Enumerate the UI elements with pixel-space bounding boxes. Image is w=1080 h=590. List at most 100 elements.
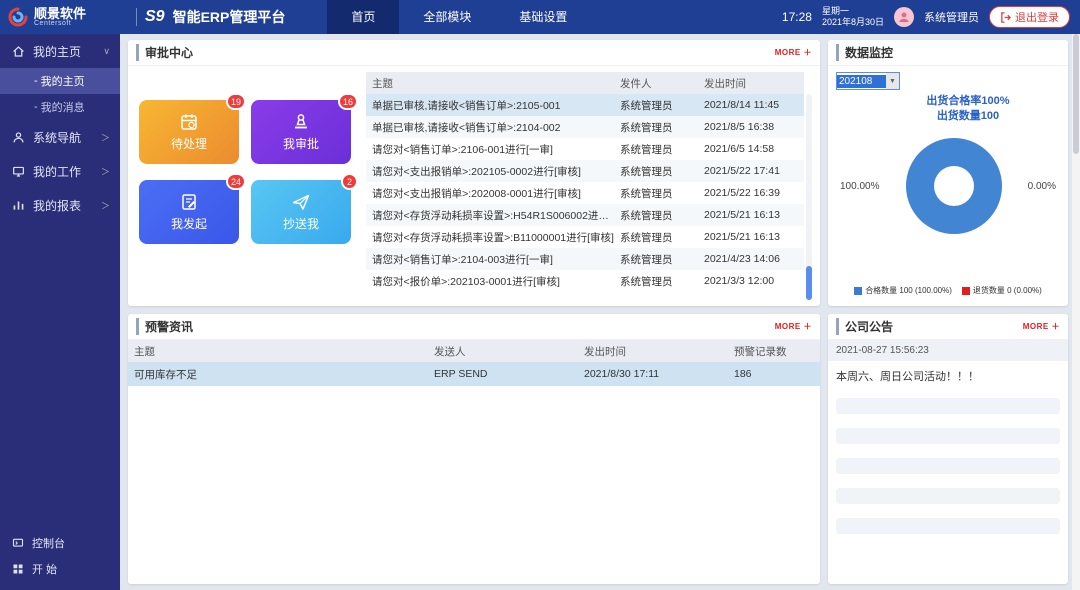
cell-time: 2021/5/21 16:13	[704, 209, 798, 221]
col-time: 发出时间	[704, 76, 798, 91]
sidebar-subitem-my-home[interactable]: 我的主页	[0, 68, 120, 94]
tile-initiated-by-me[interactable]: 24 我发起	[139, 180, 239, 244]
cell-sender: 系统管理员	[620, 142, 704, 157]
start-label: 开 始	[32, 561, 57, 577]
table-row[interactable]: 请您对<存货浮动耗损率设置>:H54R1S006002进行[审核] 系统管理员 …	[366, 204, 804, 226]
table-row[interactable]: 单据已审核,请接收<销售订单>:2104-002 系统管理员 2021/8/5 …	[366, 116, 804, 138]
tile-cc-to-me[interactable]: 2 抄送我	[251, 180, 351, 244]
cell-subject: 请您对<销售订单>:2104-003进行[一审]	[372, 252, 620, 267]
chevron-right-icon: ＞	[101, 131, 110, 144]
legend-qualified: 合格数量 100 (100.00%)	[854, 285, 952, 296]
logout-button[interactable]: 退出登录	[989, 6, 1070, 28]
clock-time: 17:28	[782, 10, 812, 24]
cell-subject: 请您对<存货浮动耗损率设置>:H54R1S006002进行[审核]	[372, 208, 620, 223]
weekday-label: 星期一	[822, 6, 884, 17]
announcement-panel: 公司公告 MORE ＋ 2021-08-27 15:56:23 本周六、周日公司…	[828, 314, 1068, 584]
erp-dashboard: 顺景软件 Centersoft S9 智能ERP管理平台 首页 全部模块 基础设…	[0, 0, 1080, 590]
table-row[interactable]: 请您对<存货浮动耗损率设置>:B11000001进行[审核] 系统管理员 202…	[366, 226, 804, 248]
tile-label: 我审批	[283, 135, 319, 152]
alerts-more-link[interactable]: MORE ＋	[775, 321, 812, 332]
stamp-icon	[291, 112, 311, 132]
cell-subject: 请您对<支出报销单>:202105-0002进行[审核]	[372, 164, 620, 179]
approval-more-link[interactable]: MORE ＋	[775, 47, 812, 58]
col-time: 发出时间	[584, 344, 734, 359]
table-row[interactable]: 请您对<销售订单>:2104-003进行[一审] 系统管理员 2021/4/23…	[366, 248, 804, 270]
cell-subject: 可用库存不足	[134, 367, 434, 382]
cell-sender: 系统管理员	[620, 120, 704, 135]
announcement-title: 公司公告	[836, 318, 893, 335]
start-button[interactable]: 开 始	[0, 556, 120, 582]
page-scrollbar-thumb[interactable]	[1073, 34, 1079, 154]
announcement-empty-row	[836, 458, 1060, 474]
announcement-empty-row	[836, 488, 1060, 504]
app-title: 智能ERP管理平台	[173, 7, 286, 27]
shipment-qty-stat: 出货数量100	[876, 109, 1060, 124]
cell-time: 2021/8/30 17:11	[584, 368, 734, 380]
col-subject: 主题	[372, 76, 620, 91]
sidebar-item-label: 系统导航	[33, 129, 81, 146]
logout-label: 退出登录	[1015, 9, 1059, 25]
table-scrollbar[interactable]	[806, 94, 812, 300]
logo-subtitle: Centersoft	[34, 20, 86, 27]
sidebar-item-my-work[interactable]: 我的工作 ＞	[0, 154, 120, 188]
company-logo: 顺景软件 Centersoft	[0, 7, 128, 27]
logo-swirl-icon	[8, 7, 28, 27]
edit-document-icon	[179, 192, 199, 212]
sidebar-item-my-reports[interactable]: 我的报表 ＞	[0, 188, 120, 222]
cell-subject: 请您对<销售订单>:2106-001进行[一审]	[372, 142, 620, 157]
announcement-more-link[interactable]: MORE ＋	[1023, 321, 1060, 332]
chevron-down-icon: ▼	[886, 73, 899, 89]
cell-time: 2021/8/5 16:38	[704, 121, 798, 133]
tile-pending[interactable]: 19 待处理	[139, 100, 239, 164]
period-select[interactable]: 202108 ▼	[836, 72, 900, 90]
donut-chart	[906, 138, 1002, 234]
approval-table: 主题 发件人 发出时间 单据已审核,请接收<销售订单>:2105-001 系统管…	[366, 72, 812, 300]
sidebar-item-label: 我的主页	[33, 43, 81, 60]
console-button[interactable]: 控制台	[0, 530, 120, 556]
table-row[interactable]: 请您对<支出报销单>:202105-0002进行[审核] 系统管理员 2021/…	[366, 160, 804, 182]
cell-time: 2021/5/22 17:41	[704, 165, 798, 177]
cell-subject: 请您对<报价单>:202103-0001进行[审核]	[372, 274, 620, 289]
scrollbar-thumb[interactable]	[806, 266, 812, 300]
sidebar-subitem-my-messages[interactable]: 我的消息	[0, 94, 120, 120]
cell-time: 2021/3/3 12:00	[704, 275, 798, 287]
pending-count-badge: 19	[226, 93, 246, 110]
cell-sender: 系统管理员	[620, 186, 704, 201]
logout-icon	[1000, 12, 1011, 23]
monitor-icon	[12, 165, 25, 178]
user-avatar[interactable]	[894, 7, 914, 27]
tab-home[interactable]: 首页	[327, 0, 399, 34]
paper-plane-icon	[291, 192, 311, 212]
tile-my-approvals[interactable]: 16 我审批	[251, 100, 351, 164]
cell-sender: 系统管理员	[620, 98, 704, 113]
cell-sender: 系统管理员	[620, 208, 704, 223]
tab-all-modules[interactable]: 全部模块	[399, 0, 495, 34]
legend-label: 合格数量 100 (100.00%)	[865, 285, 952, 296]
table-row[interactable]: 单据已审核,请接收<销售订单>:2105-001 系统管理员 2021/8/14…	[366, 94, 804, 116]
cell-sender: 系统管理员	[620, 164, 704, 179]
chevron-right-icon: ＞	[101, 165, 110, 178]
sidebar-item-system-nav[interactable]: 系统导航 ＞	[0, 120, 120, 154]
table-row[interactable]: 请您对<报价单>:202103-0001进行[审核] 系统管理员 2021/3/…	[366, 270, 804, 292]
table-row[interactable]: 请您对<销售订单>:2106-001进行[一审] 系统管理员 2021/6/5 …	[366, 138, 804, 160]
sidebar-item-label: 我的工作	[33, 163, 81, 180]
cell-time: 2021/5/21 16:13	[704, 231, 798, 243]
table-row[interactable]: 可用库存不足 ERP SEND 2021/8/30 17:11 186	[128, 362, 820, 386]
console-icon	[12, 537, 24, 549]
col-sender: 发送人	[434, 344, 584, 359]
table-row[interactable]: 请您对<支出报销单>:202008-0001进行[审核] 系统管理员 2021/…	[366, 182, 804, 204]
approval-tiles: 19 待处理 16 我审批 24 我发起	[136, 72, 354, 300]
tab-basic-settings[interactable]: 基础设置	[495, 0, 591, 34]
logo-name: 顺景软件	[34, 7, 86, 20]
tile-label: 抄送我	[283, 215, 319, 232]
initiated-count-badge: 24	[226, 173, 246, 190]
cell-time: 2021/5/22 16:39	[704, 187, 798, 199]
legend-label: 退货数量 0 (0.00%)	[973, 285, 1042, 296]
col-subject: 主题	[134, 344, 434, 359]
current-user-name: 系统管理员	[924, 9, 979, 25]
alerts-title: 预警资讯	[136, 318, 193, 335]
cc-count-badge: 2	[341, 173, 358, 190]
page-scrollbar[interactable]	[1072, 34, 1080, 590]
legend-swatch-red	[962, 287, 970, 295]
sidebar-item-my-home[interactable]: 我的主页 ∨	[0, 34, 120, 68]
